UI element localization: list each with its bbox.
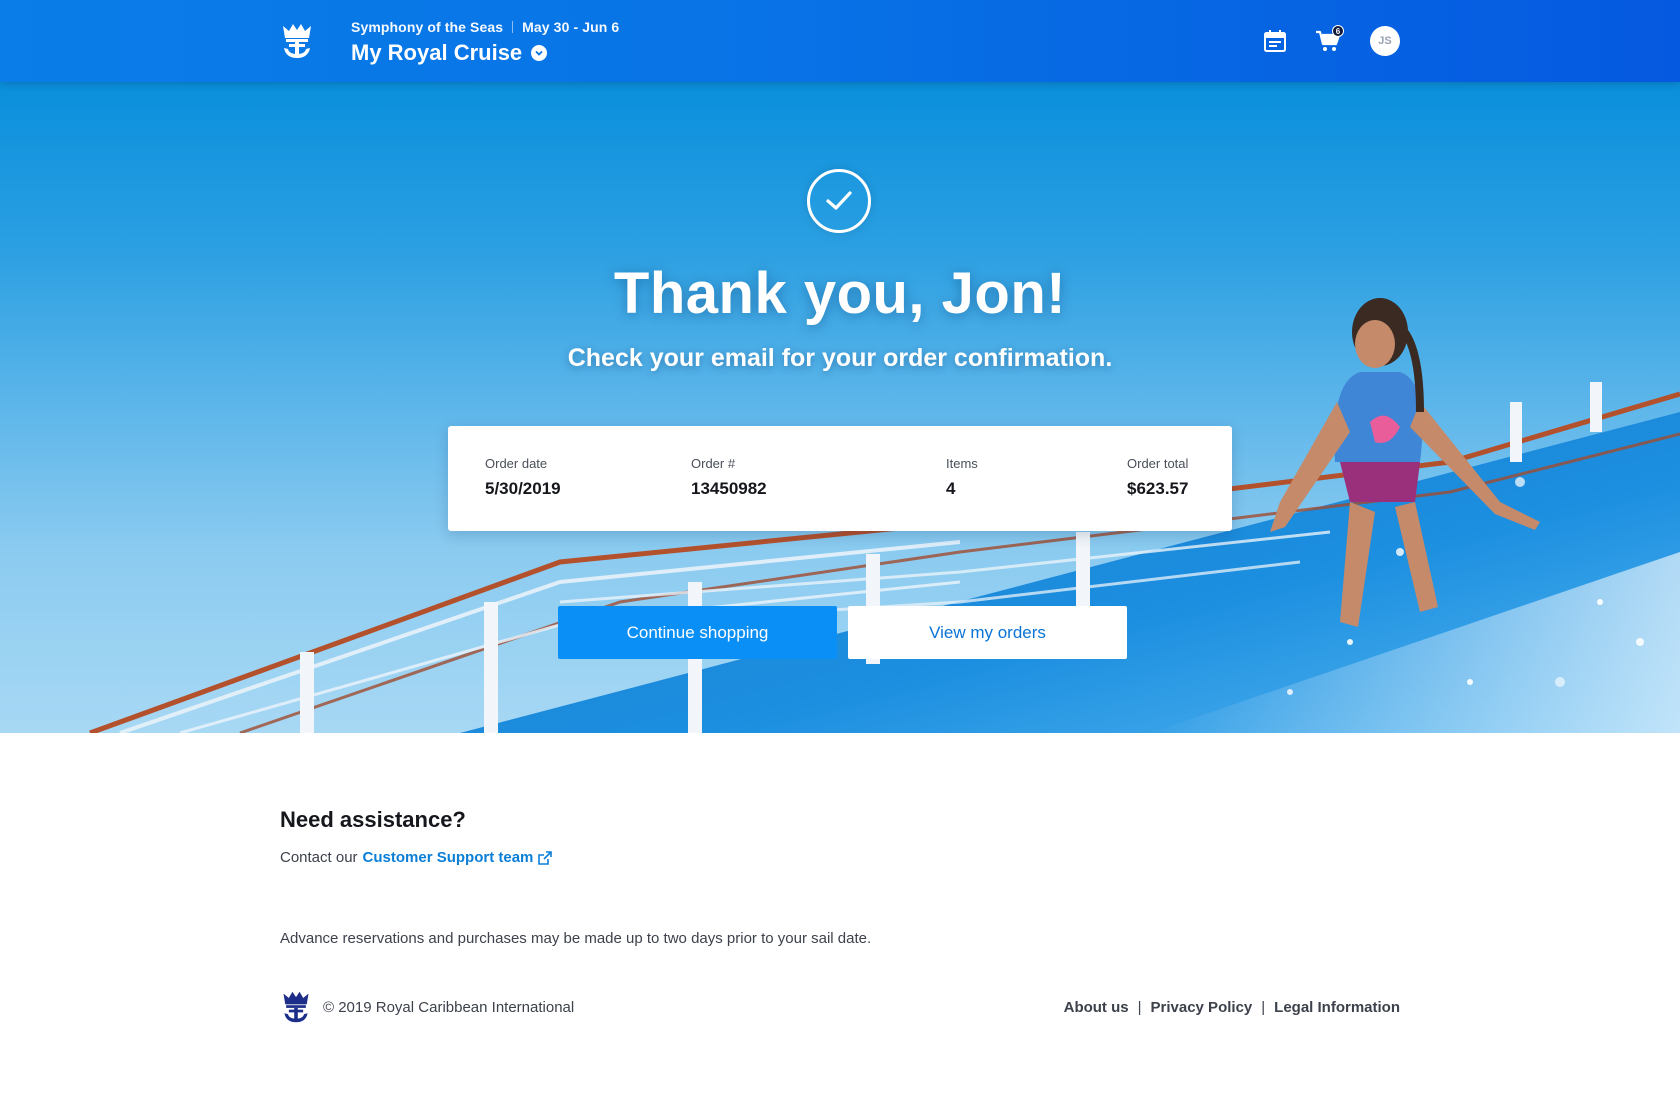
trip-separator — [512, 21, 514, 33]
customer-support-link-label[interactable]: Customer Support team — [363, 849, 534, 866]
copyright-text: © 2019 Royal Caribbean International — [323, 999, 575, 1016]
checkmark-circle-icon — [807, 169, 871, 233]
ship-name: Symphony of the Seas — [351, 19, 504, 35]
order-number-value: 13450982 — [691, 479, 767, 498]
order-total-value: $623.57 — [1127, 479, 1189, 498]
reservation-note: Advance reservations and purchases may b… — [280, 930, 872, 947]
order-number: Order # 13450982 — [691, 456, 767, 499]
calendar-button[interactable] — [1261, 27, 1289, 55]
about-us-link[interactable]: About us — [1064, 999, 1129, 1016]
confirmation-subheading: Check your email for your order confirma… — [567, 344, 1113, 372]
order-summary-card: Order date 5/30/2019 Order # 13450982 It… — [448, 426, 1232, 531]
customer-support-link[interactable]: Customer Support team — [363, 849, 554, 866]
assistance-prefix: Contact our — [280, 849, 358, 866]
top-nav-bar: Symphony of the Seas May 30 - Jun 6 My R… — [0, 0, 1680, 82]
crown-anchor-logo-icon — [283, 991, 309, 1023]
trip-selector[interactable]: Symphony of the Seas May 30 - Jun 6 My R… — [351, 19, 619, 66]
cart-button[interactable]: 6 — [1314, 25, 1344, 55]
page-title: My Royal Cruise — [351, 40, 523, 65]
footer-links: About us | Privacy Policy | Legal Inform… — [1064, 999, 1400, 1016]
confirmation-hero: Thank you, Jon! Check your email for you… — [0, 82, 1680, 733]
cart-count-badge: 6 — [1332, 25, 1344, 37]
order-date: Order date 5/30/2019 — [485, 456, 561, 499]
view-orders-button[interactable]: View my orders — [848, 606, 1127, 659]
continue-shopping-button[interactable]: Continue shopping — [558, 606, 837, 659]
order-total-label: Order total — [1127, 456, 1189, 471]
trip-details: Symphony of the Seas May 30 - Jun 6 — [351, 19, 619, 35]
order-date-value: 5/30/2019 — [485, 479, 561, 498]
order-number-label: Order # — [691, 456, 736, 471]
calendar-icon — [1264, 30, 1286, 52]
order-items-label: Items — [946, 456, 978, 471]
assistance-text: Contact our Customer Support team — [280, 849, 553, 866]
order-date-label: Order date — [485, 456, 548, 471]
assistance-heading: Need assistance? — [280, 807, 466, 832]
crown-anchor-logo-icon[interactable] — [280, 22, 314, 60]
privacy-policy-link[interactable]: Privacy Policy — [1151, 999, 1253, 1016]
external-link-icon[interactable] — [537, 850, 553, 866]
trip-title[interactable]: My Royal Cruise — [351, 40, 619, 66]
chevron-down-icon[interactable] — [531, 45, 548, 61]
footer-separator: | — [1261, 999, 1266, 1016]
sail-dates: May 30 - Jun 6 — [522, 19, 620, 35]
thank-you-heading: Thank you, Jon! — [613, 261, 1067, 326]
legal-information-link[interactable]: Legal Information — [1274, 999, 1400, 1016]
order-items-value: 4 — [946, 479, 956, 498]
footer-separator: | — [1137, 999, 1142, 1016]
order-items: Items 4 — [946, 456, 978, 499]
user-avatar[interactable]: JS — [1370, 26, 1400, 56]
order-total: Order total $623.57 — [1127, 456, 1188, 499]
